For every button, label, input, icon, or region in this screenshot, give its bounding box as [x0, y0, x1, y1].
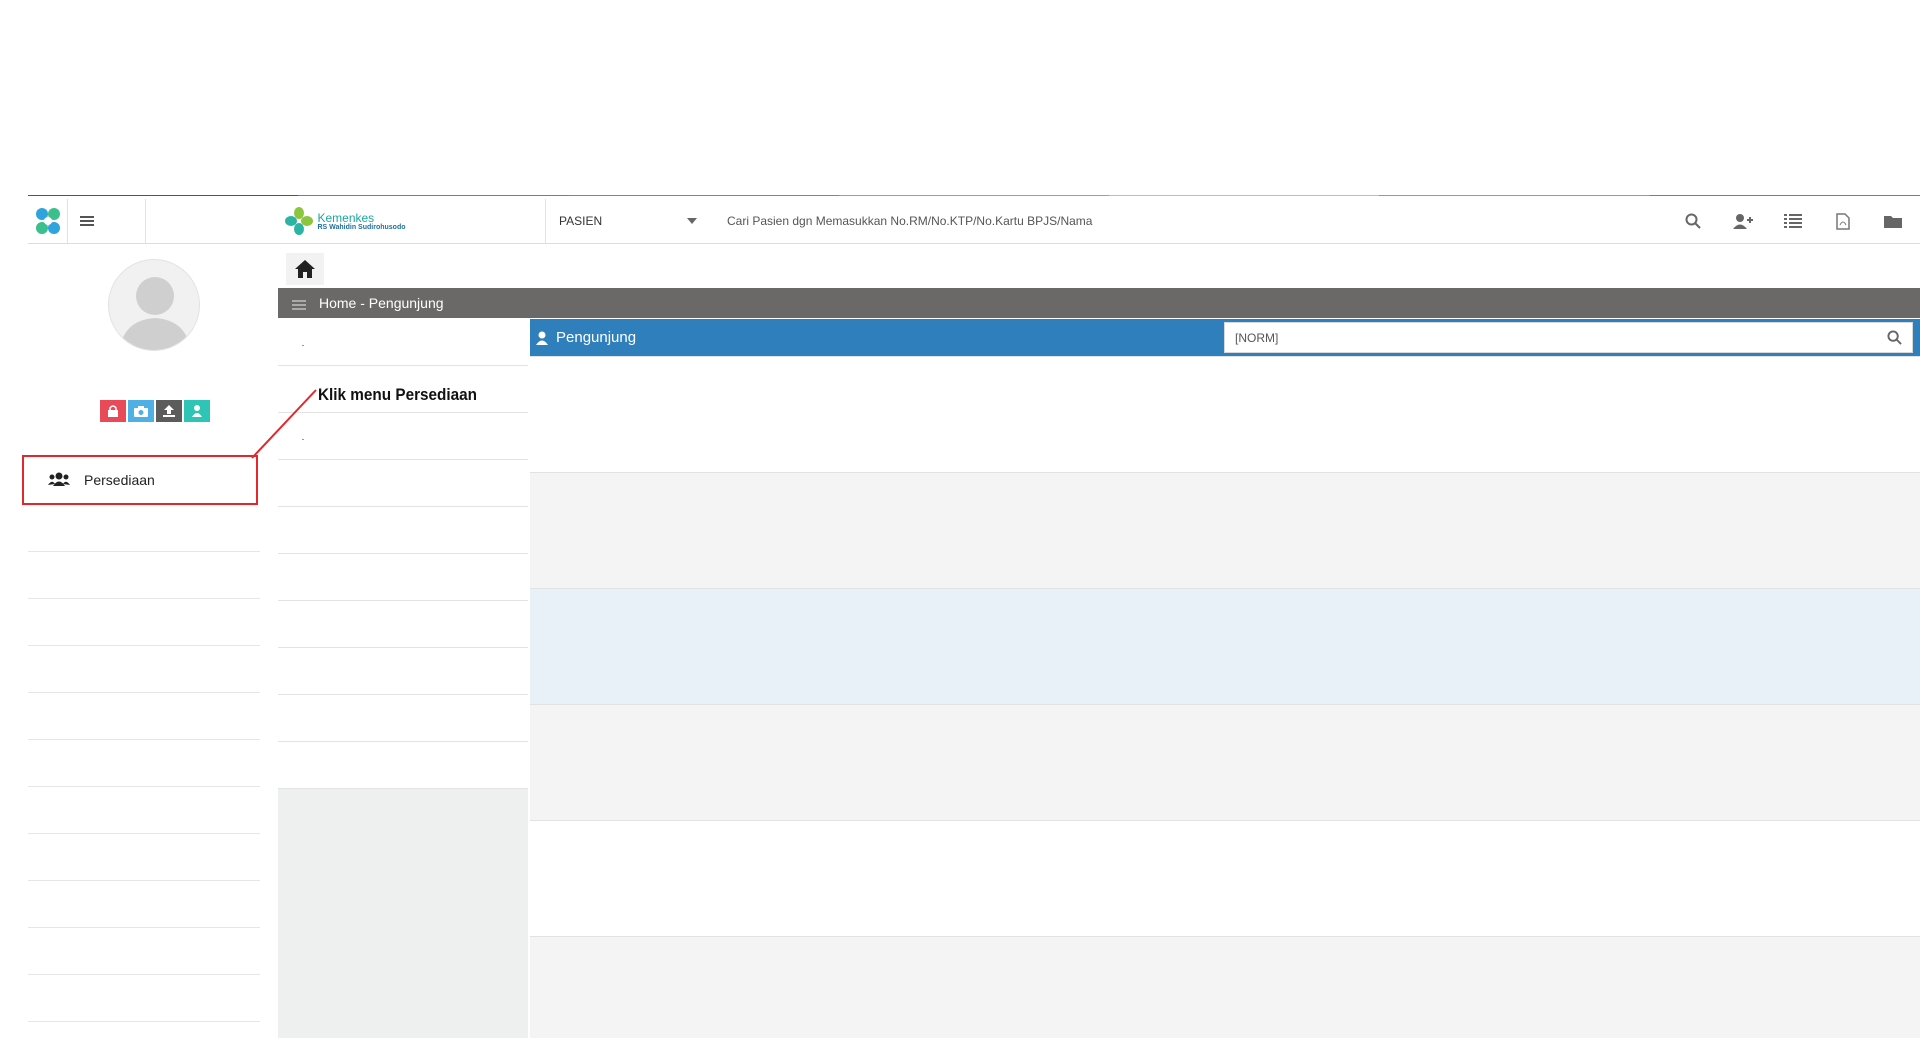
callout-pointer-line — [251, 389, 317, 459]
annotation-layer — [251, 389, 317, 459]
instruction-callout: Klik menu Persediaan — [318, 385, 478, 404]
